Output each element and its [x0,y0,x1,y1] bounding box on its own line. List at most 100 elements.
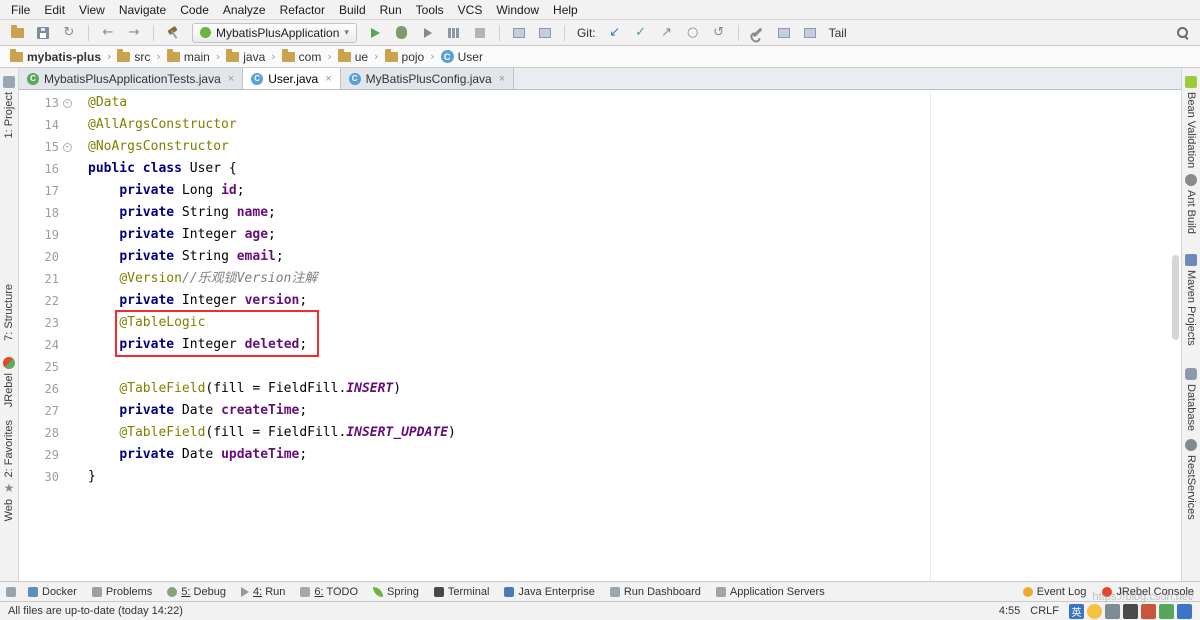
menu-item-file[interactable]: File [4,0,37,20]
tab-user-java[interactable]: CUser.java× [243,68,340,89]
code-line[interactable]: 28 @TableField(fill = FieldFill.INSERT_U… [19,422,1181,444]
stop-button[interactable] [469,23,491,43]
sync-icon[interactable]: ↻ [58,23,80,43]
tab-mybatisplusconfig-java[interactable]: CMyBatisPlusConfig.java× [341,68,515,89]
tool-window-button-java-enterprise[interactable]: Java Enterprise [504,586,594,598]
vcs-push-icon[interactable]: ↗ [656,23,678,43]
code-line[interactable]: 14@AllArgsConstructor [19,114,1181,136]
code-line[interactable]: 13-@Data [19,92,1181,114]
tool-window-button-5-debug[interactable]: 5: Debug [167,586,226,598]
run-configuration-select[interactable]: MybatisPlusApplication ▾ [192,23,357,43]
tool-window-button-run-dashboard[interactable]: Run Dashboard [610,586,701,598]
ime-grid-icon[interactable] [1177,604,1192,619]
usage-icon[interactable] [534,23,556,43]
tool-button-ant-build[interactable]: Ant Build [1185,174,1197,234]
menu-item-tools[interactable]: Tools [409,0,451,20]
ime-mic-icon[interactable] [1105,604,1120,619]
code-line[interactable]: 29 private Date updateTime; [19,444,1181,466]
tool-button-7-structure[interactable]: 7: Structure [3,284,15,341]
tool-button-1-project[interactable]: 1: Project [3,76,15,138]
vcs-update-icon[interactable]: ↙ [604,23,626,43]
breadcrumb-item-src[interactable]: src [115,50,152,64]
code-line[interactable]: 20 private String email; [19,246,1181,268]
menu-item-refactor[interactable]: Refactor [273,0,332,20]
code-line[interactable]: 30} [19,466,1181,488]
menu-item-run[interactable]: Run [373,0,409,20]
code-line[interactable]: 25 [19,356,1181,378]
coverage-button[interactable] [417,23,439,43]
ime-emoji-icon[interactable] [1087,604,1102,619]
breadcrumb-item-mybatis-plus[interactable]: mybatis-plus [8,50,103,64]
menu-item-navigate[interactable]: Navigate [112,0,173,20]
menu-item-edit[interactable]: Edit [37,0,72,20]
forward-icon[interactable]: → [123,23,145,43]
ime-shield-icon[interactable] [1159,604,1174,619]
tool-button-maven-projects[interactable]: Maven Projects [1185,254,1197,346]
tool-window-switcher-icon[interactable] [6,587,16,597]
window-layout-icon[interactable] [508,23,530,43]
debug-button[interactable] [391,23,413,43]
code-line[interactable]: 15-@NoArgsConstructor [19,136,1181,158]
code-line[interactable]: 16public class User { [19,158,1181,180]
breadcrumb-item-main[interactable]: main [165,50,212,64]
tool-button-bean-validation[interactable]: Bean Validation [1185,76,1197,168]
code-line[interactable]: 27 private Date createTime; [19,400,1181,422]
tool-window-button-4-run[interactable]: 4: Run [241,586,285,598]
menu-item-help[interactable]: Help [546,0,585,20]
menu-item-window[interactable]: Window [489,0,546,20]
code-line[interactable]: 21 @Version//乐观锁Version注解 [19,268,1181,290]
breadcrumb-item-user[interactable]: CUser [439,50,485,64]
monitor-icon[interactable] [799,23,821,43]
tool-button-database[interactable]: Database [1185,368,1197,431]
tool-button-jrebel[interactable]: JRebel [3,357,15,407]
breadcrumb-item-java[interactable]: java [224,50,267,64]
plugin-icon[interactable] [773,23,795,43]
vcs-history-icon[interactable]: ○ [682,23,704,43]
close-icon[interactable]: × [228,73,234,85]
scrollbar-thumb[interactable] [1172,255,1179,340]
menu-item-vcs[interactable]: VCS [451,0,490,20]
close-icon[interactable]: × [499,73,505,85]
search-everywhere-button[interactable] [1172,23,1194,43]
tool-window-button-problems[interactable]: Problems [92,586,152,598]
tool-window-button-application-servers[interactable]: Application Servers [716,586,825,598]
code-line[interactable]: 22 private Integer version; [19,290,1181,312]
profiler-button[interactable] [443,23,465,43]
tool-button-web[interactable]: ★Web [3,481,15,521]
code-line[interactable]: 19 private Integer age; [19,224,1181,246]
tool-button-restservices[interactable]: RestServices [1185,439,1197,520]
editor[interactable]: 13-@Data14@AllArgsConstructor15-@NoArgsC… [19,90,1181,581]
ime-tools-icon[interactable] [1141,604,1156,619]
vcs-commit-icon[interactable]: ✓ [630,23,652,43]
tool-button-2-favorites[interactable]: 2: Favorites [3,420,15,477]
close-icon[interactable]: × [325,73,331,85]
code-line[interactable]: 18 private String name; [19,202,1181,224]
breadcrumb-item-pojo[interactable]: pojo [383,50,427,64]
code-line[interactable]: 26 @TableField(fill = FieldFill.INSERT) [19,378,1181,400]
save-all-icon[interactable] [32,23,54,43]
settings-wrench-icon[interactable] [747,23,769,43]
code-line[interactable]: 17 private Long id; [19,180,1181,202]
tab-mybatisplusapplicationtests-java[interactable]: CMybatisPlusApplicationTests.java× [19,68,243,89]
open-icon[interactable] [6,23,28,43]
line-separator[interactable]: CRLF [1030,605,1059,617]
breadcrumb-item-ue[interactable]: ue [336,50,370,64]
cursor-position[interactable]: 4:55 [999,605,1020,617]
ime-lang-icon[interactable]: 英 [1069,604,1084,619]
tool-window-button-jrebel-console[interactable]: JRebel Console [1102,586,1194,598]
menu-item-analyze[interactable]: Analyze [216,0,273,20]
menu-item-view[interactable]: View [72,0,112,20]
fold-icon[interactable]: - [63,143,72,152]
tool-window-button-spring[interactable]: Spring [373,586,419,598]
run-button[interactable] [365,23,387,43]
menu-item-code[interactable]: Code [173,0,216,20]
vcs-rollback-icon[interactable]: ↺ [708,23,730,43]
tool-window-button-terminal[interactable]: Terminal [434,586,490,598]
tool-window-button-6-todo[interactable]: 6: TODO [300,586,358,598]
breadcrumb-item-com[interactable]: com [280,50,324,64]
tool-window-button-event-log[interactable]: Event Log [1023,586,1087,598]
code-area[interactable]: 13-@Data14@AllArgsConstructor15-@NoArgsC… [19,90,1181,488]
back-icon[interactable]: ← [97,23,119,43]
ime-keyboard-icon[interactable] [1123,604,1138,619]
build-hammer-icon[interactable] [162,23,184,43]
